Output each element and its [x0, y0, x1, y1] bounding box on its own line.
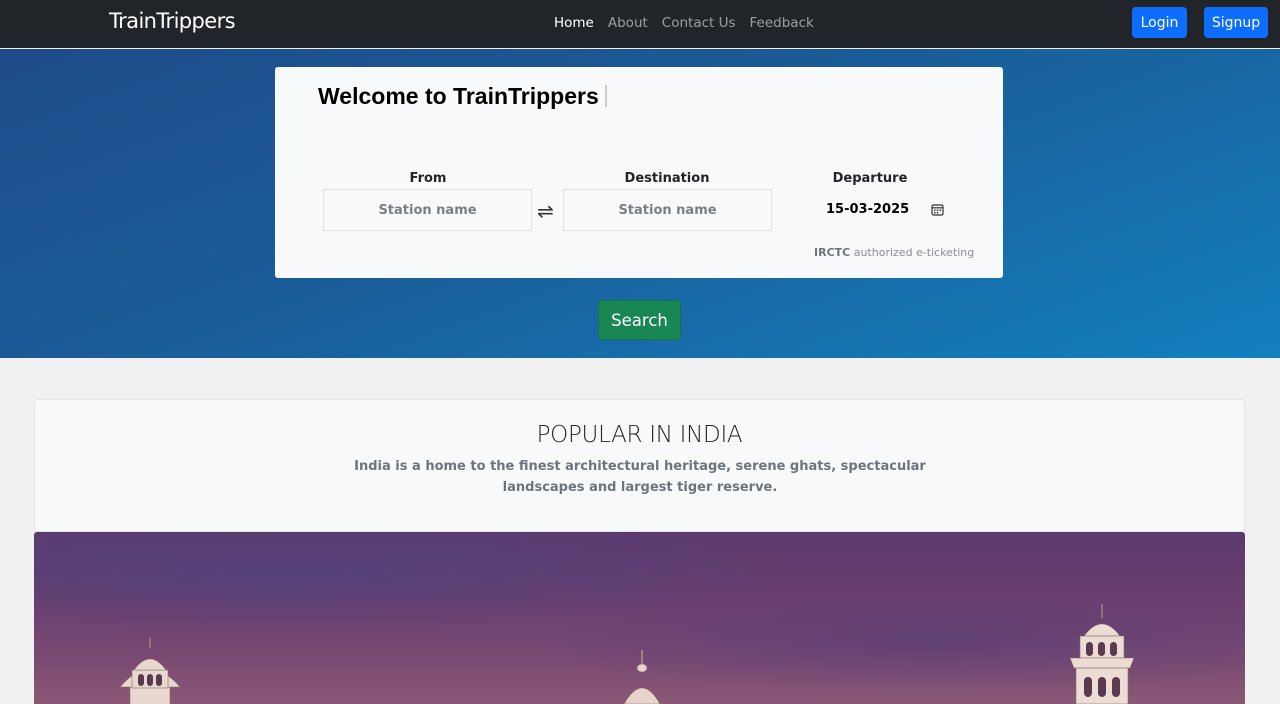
nav-link-home[interactable]: Home — [554, 15, 594, 31]
signup-button[interactable]: Signup — [1204, 7, 1268, 38]
navbar: TrainTrippers Home About Contact Us Feed… — [0, 0, 1280, 48]
departure-label: Departure — [832, 171, 908, 186]
nav-link-contact[interactable]: Contact Us — [662, 15, 736, 31]
brand-logo[interactable]: TrainTrippers — [109, 9, 236, 33]
from-station-input[interactable] — [323, 189, 532, 231]
swap-stations-icon[interactable]: ⇌ — [537, 199, 554, 223]
irctc-note: IRCTC authorized e-ticketing — [814, 246, 974, 259]
departure-date-field[interactable]: 15-03-2025 — [826, 202, 909, 217]
search-card: Welcome to TrainTrippers From Destinatio… — [275, 67, 1003, 278]
welcome-heading: Welcome to TrainTrippers — [318, 83, 607, 110]
destination-station-input[interactable] — [563, 189, 772, 231]
popular-description: India is a home to the finest architectu… — [354, 459, 926, 495]
irctc-rest: authorized e-ticketing — [850, 246, 975, 259]
destination-label: Destination — [624, 171, 710, 186]
search-button[interactable]: Search — [598, 300, 681, 340]
nav-link-feedback[interactable]: Feedback — [750, 15, 814, 31]
welcome-text: Welcome to TrainTrippers — [318, 83, 599, 109]
popular-title: POPULAR IN INDIA — [536, 422, 743, 448]
login-button[interactable]: Login — [1132, 7, 1187, 38]
calendar-icon[interactable] — [931, 203, 944, 216]
nav-links: Home About Contact Us Feedback — [554, 15, 814, 31]
taj-mahal-image — [34, 532, 1245, 704]
popular-section: POPULAR IN INDIA India is a home to the … — [34, 399, 1245, 532]
nav-link-about[interactable]: About — [608, 15, 648, 31]
typing-cursor — [604, 85, 607, 107]
from-label: From — [409, 171, 447, 186]
monument-silhouette — [119, 604, 1135, 704]
irctc-bold: IRCTC — [814, 246, 851, 259]
